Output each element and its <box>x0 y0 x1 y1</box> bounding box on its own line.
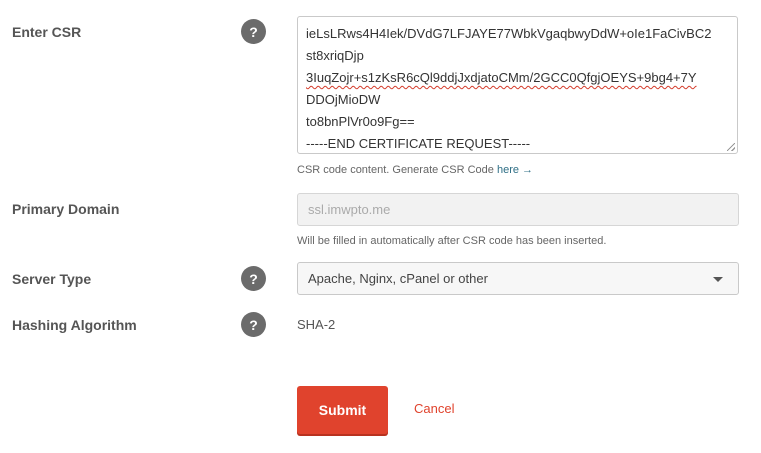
csr-line: -----END CERTIFICATE REQUEST----- <box>306 136 531 151</box>
server-type-help-icon[interactable]: ? <box>241 266 266 291</box>
cancel-link[interactable]: Cancel <box>414 401 454 416</box>
hashing-label: Hashing Algorithm <box>12 317 137 333</box>
submit-button[interactable]: Submit <box>297 386 388 434</box>
primary-domain-label: Primary Domain <box>12 201 120 217</box>
csr-hint: CSR code content. Generate CSR Code here… <box>297 164 533 176</box>
server-type-label: Server Type <box>12 271 92 287</box>
csr-line: st8xriqDjp <box>306 48 364 63</box>
hashing-help-icon[interactable]: ? <box>241 312 266 337</box>
csr-label: Enter CSR <box>12 24 82 40</box>
chevron-down-icon <box>713 277 723 282</box>
csr-textarea[interactable]: ieLsLRws4H4Iek/DVdG7LFJAYE77WbkVgaqbwyDd… <box>297 16 738 154</box>
primary-domain-input: ssl.imwpto.me <box>297 193 739 226</box>
csr-line: DDOjMioDW <box>306 92 381 107</box>
resize-grip-icon[interactable] <box>727 143 735 151</box>
csr-line: 3IuqZojr+s1zKsR6cQl9ddjJxdjatoCMm/2GCC0Q… <box>306 70 697 85</box>
hashing-value: SHA-2 <box>297 317 336 332</box>
server-type-select[interactable]: Apache, Nginx, cPanel or other <box>297 262 739 295</box>
csr-line: to8bnPlVr0o9Fg== <box>306 114 415 129</box>
csr-line: ieLsLRws4H4Iek/DVdG7LFJAYE77WbkVgaqbwyDd… <box>306 26 712 41</box>
generate-csr-link[interactable]: here → <box>497 164 533 176</box>
server-type-value: Apache, Nginx, cPanel or other <box>308 271 488 286</box>
csr-help-icon[interactable]: ? <box>241 19 266 44</box>
csr-hint-text: CSR code content. Generate CSR Code <box>297 164 497 176</box>
primary-domain-hint: Will be filled in automatically after CS… <box>297 235 607 247</box>
